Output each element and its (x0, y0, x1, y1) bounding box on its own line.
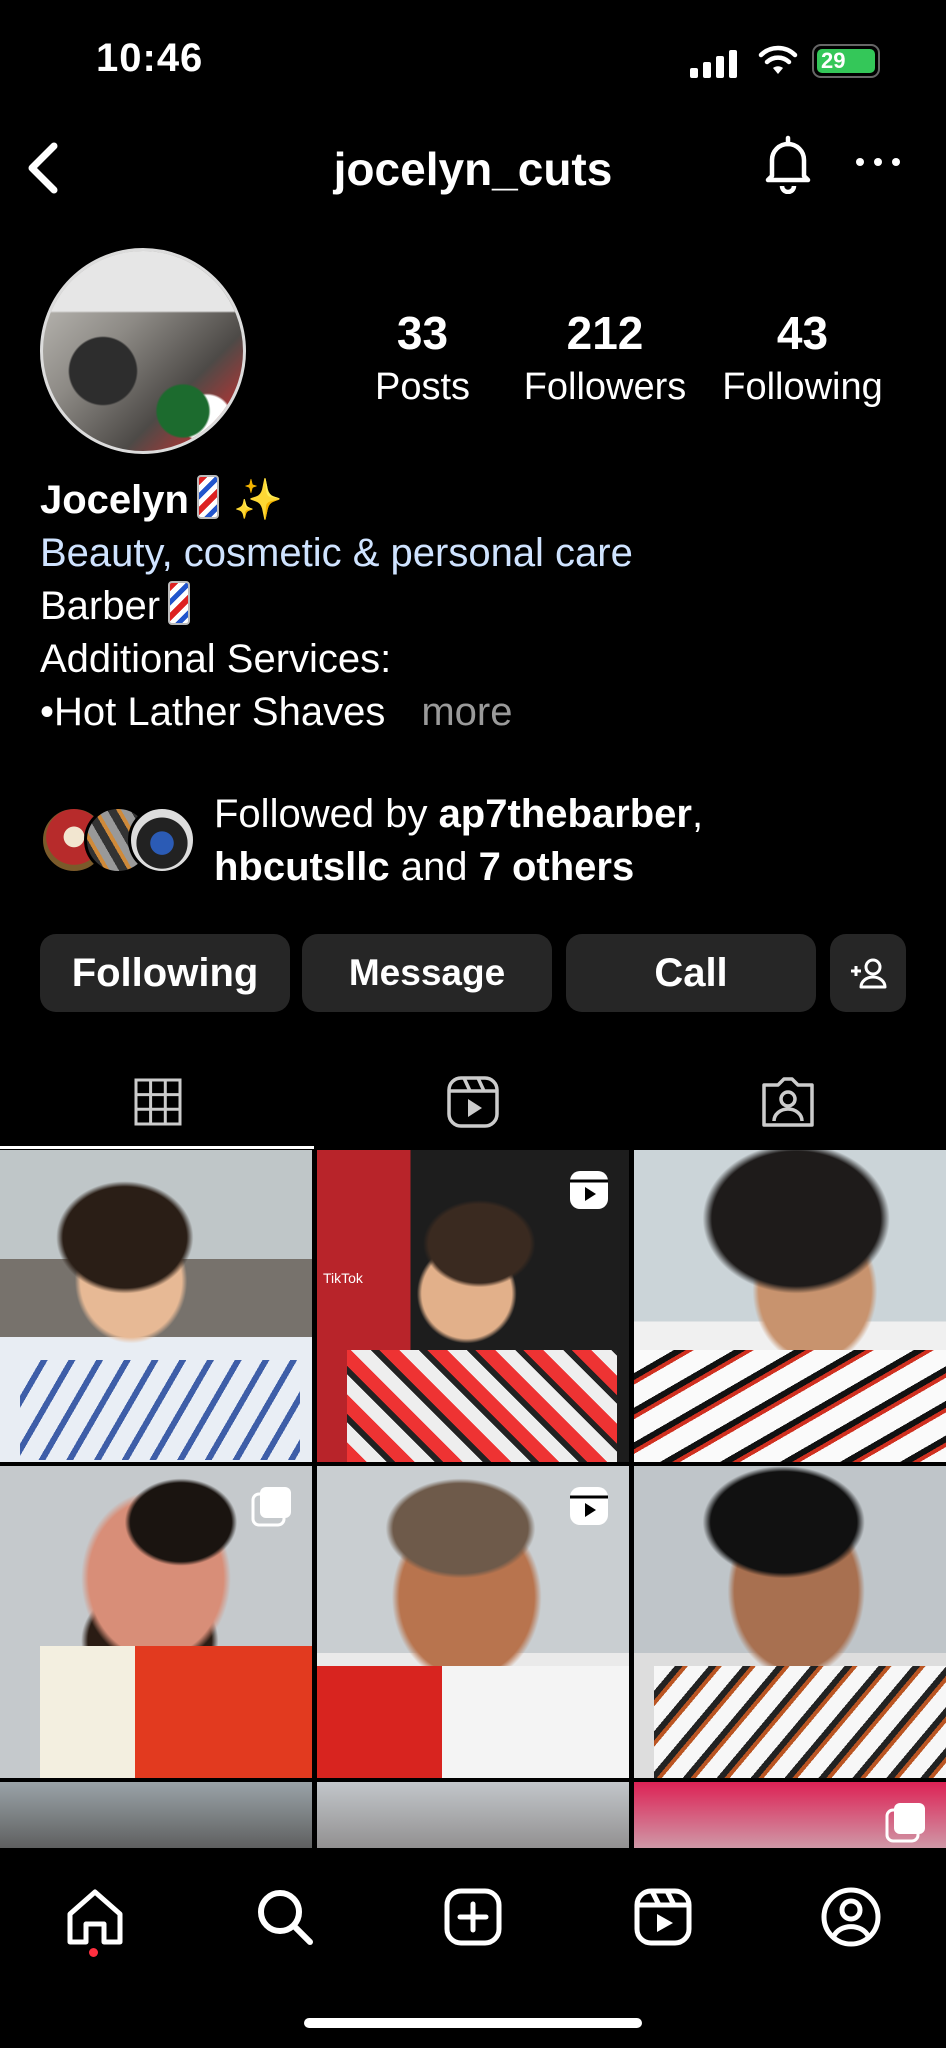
followed-by-prefix: Followed by (214, 792, 428, 836)
barber-pole-icon (196, 475, 219, 519)
nav-create[interactable] (438, 1882, 508, 1952)
reels-icon (446, 1076, 499, 1128)
reel-thumbnail[interactable] (317, 1466, 629, 1778)
following-label: Following (722, 366, 883, 408)
add-user-icon (851, 958, 887, 989)
post-thumbnail[interactable] (317, 1782, 629, 1848)
profile-stats: 33 Posts 212 Followers 43 Following (340, 306, 910, 409)
create-post-icon (444, 1888, 502, 1946)
bio-line-shaves: •Hot Lather Shaves (40, 690, 386, 734)
nav-home[interactable] (60, 1882, 130, 1952)
mutual-followers-avatars (40, 806, 200, 876)
following-button[interactable]: Following (40, 934, 290, 1012)
profile-bio: Jocelyn ✨ Beauty, cosmetic & personal car… (40, 474, 920, 739)
bottom-navigation (0, 1848, 946, 2048)
bio-line-services: Additional Services: (40, 637, 392, 681)
more-options-icon[interactable] (856, 140, 900, 184)
carousel-badge-icon (251, 1487, 291, 1527)
profile-icon (821, 1887, 881, 1947)
mutual-user-1[interactable]: ap7thebarber (439, 792, 692, 836)
suggested-users-button[interactable] (830, 934, 906, 1012)
nav-reels[interactable] (628, 1882, 698, 1952)
reel-badge-icon (570, 1171, 608, 1209)
cellular-signal-icon (690, 48, 737, 78)
post-thumbnail[interactable] (0, 1150, 312, 1462)
post-thumbnail[interactable] (634, 1466, 946, 1778)
following-count: 43 (776, 307, 829, 359)
reel-badge-icon (570, 1487, 608, 1525)
followed-by-and: and (400, 845, 468, 889)
posts-grid: TikTok (0, 1150, 946, 1848)
mutual-others[interactable]: 7 others (479, 845, 635, 889)
message-button[interactable]: Message (302, 934, 552, 1012)
tab-grid[interactable] (0, 1054, 315, 1150)
home-notification-dot (89, 1948, 98, 1957)
bio-more-link[interactable]: more (421, 690, 512, 734)
followers-stat[interactable]: 212 Followers (505, 306, 705, 409)
following-stat[interactable]: 43 Following (705, 306, 900, 409)
search-icon (258, 1890, 313, 1945)
status-bar: 10:46 29 (0, 0, 946, 120)
sparkles-icon: ✨ (232, 478, 283, 522)
active-tab-indicator (0, 1146, 314, 1149)
barber-pole-icon (168, 581, 191, 625)
nav-profile[interactable] (816, 1882, 886, 1952)
profile-category[interactable]: Beauty, cosmetic & personal care (40, 527, 920, 580)
call-button[interactable]: Call (566, 934, 816, 1012)
post-thumbnail[interactable] (0, 1466, 312, 1778)
battery-icon: 29 (812, 44, 880, 78)
avatar (128, 806, 196, 874)
bio-line-barber: Barber (40, 584, 161, 628)
mutual-user-2[interactable]: hbcutsllc (214, 845, 390, 889)
notification-bell-icon[interactable] (760, 134, 816, 194)
grid-icon (134, 1078, 181, 1126)
post-thumbnail[interactable] (634, 1150, 946, 1462)
tab-reels[interactable] (315, 1054, 630, 1150)
reels-icon (634, 1888, 692, 1946)
tiktok-watermark: TikTok (323, 1270, 363, 1286)
posts-count: 33 (396, 307, 449, 359)
posts-stat[interactable]: 33 Posts (340, 306, 505, 409)
home-indicator (304, 2018, 642, 2028)
profile-avatar[interactable] (40, 248, 246, 454)
battery-level: 29 (817, 49, 875, 73)
followers-count: 212 (566, 307, 644, 359)
profile-action-buttons: Following Message Call (40, 934, 908, 1012)
post-thumbnail[interactable] (634, 1782, 946, 1848)
tab-tagged[interactable] (630, 1054, 945, 1150)
tagged-person-icon (761, 1077, 814, 1127)
content-tabs (0, 1054, 946, 1150)
home-icon (67, 1889, 123, 1945)
reel-thumbnail[interactable]: TikTok (317, 1150, 629, 1462)
carousel-badge-icon (885, 1803, 925, 1843)
profile-header: jocelyn_cuts (0, 120, 946, 210)
post-thumbnail[interactable] (0, 1782, 312, 1848)
posts-label: Posts (374, 366, 471, 408)
clock: 10:46 (96, 36, 204, 80)
wifi-icon (758, 45, 798, 74)
profile-display-name: Jocelyn (40, 478, 189, 522)
nav-search[interactable] (250, 1882, 320, 1952)
followed-by-text: Followed by ap7thebarber, hbcutsllc and … (214, 792, 704, 889)
followed-by-section[interactable]: Followed by ap7thebarber, hbcutsllc and … (40, 788, 920, 898)
followers-label: Followers (523, 366, 687, 408)
